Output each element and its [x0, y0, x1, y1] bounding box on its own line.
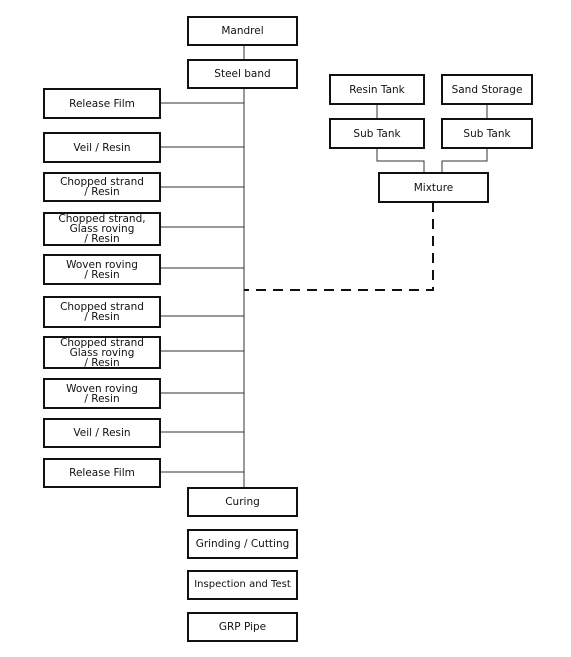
layer-box: Release Film: [43, 88, 161, 119]
layer-box: Veil / Resin: [43, 132, 161, 163]
layer-box: Chopped strand / Resin: [43, 172, 161, 202]
supply-connector: [376, 148, 425, 172]
layer-box: Chopped strand Glass roving / Resin: [43, 336, 161, 369]
layer-box: Release Film: [43, 458, 161, 488]
sand-sub-tank-box: Sub Tank: [441, 118, 533, 149]
supply-connector: [441, 148, 488, 172]
sand-storage-box: Sand Storage: [441, 74, 533, 105]
mixture-dashed-connector: [244, 202, 434, 291]
layer-box: Veil / Resin: [43, 418, 161, 448]
layer-box: Woven roving / Resin: [43, 378, 161, 409]
process-flow-diagram: Mandrel Steel band Release Film Veil / R…: [0, 0, 571, 657]
grinding-box: Grinding / Cutting: [187, 529, 298, 559]
mixture-box: Mixture: [378, 172, 489, 203]
grp-pipe-box: GRP Pipe: [187, 612, 298, 642]
inspection-box: Inspection and Test: [187, 570, 298, 600]
resin-tank-box: Resin Tank: [329, 74, 425, 105]
curing-box: Curing: [187, 487, 298, 517]
steel-band-box: Steel band: [187, 59, 298, 89]
layer-box: Chopped strand / Resin: [43, 296, 161, 328]
resin-sub-tank-box: Sub Tank: [329, 118, 425, 149]
mandrel-box: Mandrel: [187, 16, 298, 46]
layer-box: Chopped strand, Glass roving / Resin: [43, 212, 161, 246]
layer-box: Woven roving / Resin: [43, 254, 161, 285]
